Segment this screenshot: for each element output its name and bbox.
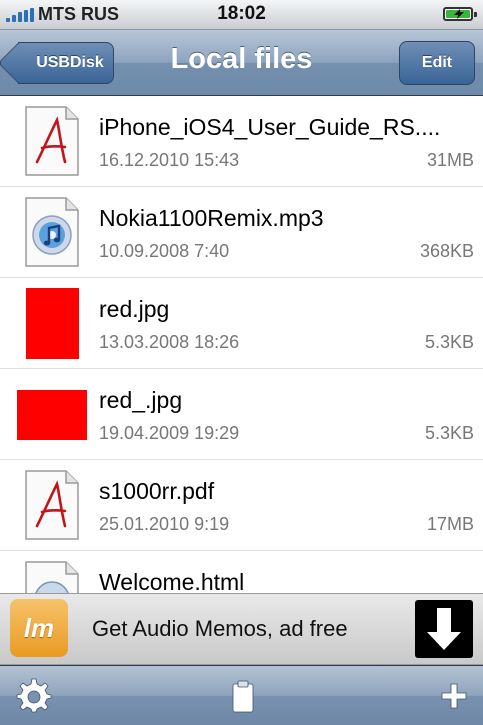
file-row[interactable]: Welcome.html xyxy=(0,551,483,593)
download-arrow-icon[interactable] xyxy=(415,600,473,658)
file-name: red_.jpg xyxy=(99,387,183,413)
pdf-document-icon xyxy=(25,106,79,176)
file-name: Nokia1100Remix.mp3 xyxy=(99,205,324,231)
audio-memos-logo: lm xyxy=(10,599,68,657)
file-name: s1000rr.pdf xyxy=(99,478,215,504)
bottom-toolbar xyxy=(0,665,483,725)
image-thumbnail xyxy=(17,390,87,440)
add-icon[interactable] xyxy=(436,678,472,714)
file-date: 16.12.2010 15:43 xyxy=(99,150,240,170)
file-date: 19.04.2009 19:29 xyxy=(99,423,240,443)
file-size: 17MB xyxy=(426,514,474,534)
status-time: 18:02 xyxy=(217,3,266,24)
file-row[interactable]: red_.jpg 19.04.2009 19:29 5.3KB xyxy=(0,369,483,460)
file-date: 13.03.2008 18:26 xyxy=(99,332,240,352)
file-size: 31MB xyxy=(426,150,474,170)
clipboard-icon[interactable] xyxy=(225,678,261,714)
file-date: 10.09.2008 7:40 xyxy=(99,241,230,261)
file-name: Welcome.html xyxy=(99,569,245,593)
file-row[interactable]: red.jpg 13.03.2008 18:26 5.3KB xyxy=(0,278,483,369)
file-row[interactable]: iPhone_iOS4_User_Guide_RS.... 16.12.2010… xyxy=(0,96,483,187)
file-list[interactable]: iPhone_iOS4_User_Guide_RS.... 16.12.2010… xyxy=(0,96,483,593)
pdf-document-icon xyxy=(25,470,79,540)
safari-document-icon xyxy=(25,561,79,593)
navigation-bar: USBDisk Local files Edit xyxy=(0,30,483,96)
ad-banner[interactable]: lm Get Audio Memos, ad free xyxy=(0,593,483,665)
file-size: 5.3KB xyxy=(424,423,474,443)
file-name: iPhone_iOS4_User_Guide_RS.... xyxy=(99,114,441,140)
battery-charging-icon xyxy=(443,7,477,21)
file-size: 5.3KB xyxy=(424,332,474,352)
status-bar: MTS RUS 18:02 xyxy=(0,0,483,30)
ad-banner-text: Get Audio Memos, ad free xyxy=(92,616,348,641)
file-date: 25.01.2010 9:19 xyxy=(99,514,230,534)
file-row[interactable]: s1000rr.pdf 25.01.2010 9:19 17MB xyxy=(0,460,483,551)
itunes-music-icon xyxy=(25,197,79,267)
file-name: red.jpg xyxy=(99,296,170,322)
gear-icon[interactable] xyxy=(16,678,52,714)
image-thumbnail xyxy=(26,288,79,359)
file-row[interactable]: Nokia1100Remix.mp3 10.09.2008 7:40 368KB xyxy=(0,187,483,278)
file-size: 368KB xyxy=(419,241,474,261)
edit-button[interactable]: Edit xyxy=(399,41,475,85)
